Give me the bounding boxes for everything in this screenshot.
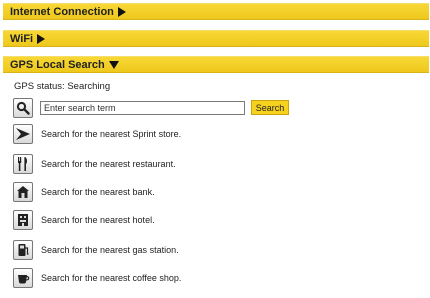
restaurant-button[interactable] (13, 154, 33, 174)
expand-arrow-icon (117, 7, 126, 17)
wifi-title: WiFi (10, 33, 34, 45)
coffee-shop-label[interactable]: Search for the nearest coffee shop. (41, 273, 181, 283)
gas-station-label[interactable]: Search for the nearest gas station. (41, 245, 179, 255)
expand-arrow-icon (37, 34, 46, 44)
magnifier-button[interactable] (13, 98, 33, 118)
gas-pump-icon (18, 244, 29, 256)
gps-local-search-header[interactable]: GPS Local Search (3, 56, 429, 73)
gps-status-text: GPS status: Searching (14, 81, 111, 92)
search-input[interactable] (40, 101, 245, 115)
hotel-icon (18, 214, 28, 226)
internet-connection-header[interactable]: Internet Connection (3, 3, 429, 20)
fork-knife-icon (18, 157, 28, 171)
hotel-label[interactable]: Search for the nearest hotel. (41, 215, 155, 225)
coffee-cup-icon (18, 275, 30, 284)
restaurant-label[interactable]: Search for the nearest restaurant. (41, 159, 176, 169)
coffee-shop-button[interactable] (13, 268, 33, 288)
wifi-header[interactable]: WiFi (3, 30, 429, 47)
magnifier-icon (16, 101, 30, 115)
gas-station-button[interactable] (13, 240, 33, 260)
collapse-arrow-icon (108, 61, 119, 69)
search-button[interactable]: Search (251, 100, 289, 115)
sprint-logo-icon (16, 128, 30, 140)
gps-local-search-title: GPS Local Search (10, 59, 105, 71)
hotel-button[interactable] (13, 210, 33, 230)
bank-button[interactable] (13, 182, 33, 202)
sprint-store-button[interactable] (13, 124, 33, 144)
bank-label[interactable]: Search for the nearest bank. (41, 187, 155, 197)
sprint-store-label[interactable]: Search for the nearest Sprint store. (41, 129, 181, 139)
bank-icon (17, 186, 29, 198)
internet-connection-title: Internet Connection (10, 6, 114, 18)
